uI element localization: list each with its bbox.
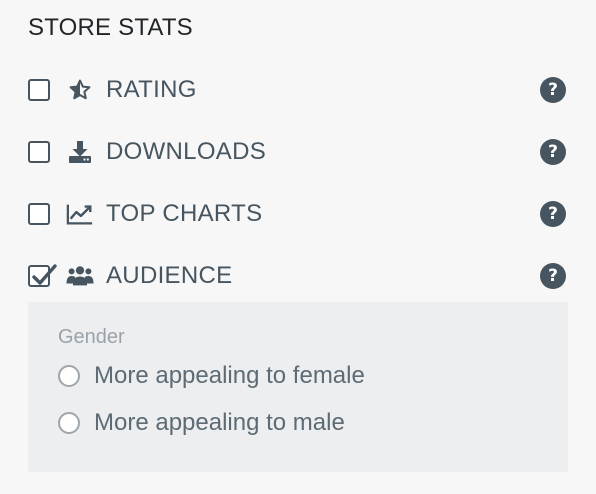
rating-checkbox[interactable]: [28, 79, 50, 101]
help-icon[interactable]: ?: [540, 201, 566, 227]
audience-options-panel: Gender More appealing to female More app…: [28, 302, 568, 472]
audience-label[interactable]: AUDIENCE: [106, 262, 540, 290]
filter-row-top-charts[interactable]: TOP CHARTS ?: [28, 194, 568, 234]
male-radio[interactable]: [58, 412, 80, 434]
help-icon[interactable]: ?: [540, 77, 566, 103]
gender-label: Gender: [58, 326, 125, 348]
top-charts-checkbox[interactable]: [28, 203, 50, 225]
filter-row-audience[interactable]: AUDIENCE ?: [28, 256, 568, 296]
help-icon[interactable]: ?: [540, 263, 566, 289]
downloads-checkbox[interactable]: [28, 141, 50, 163]
female-radio[interactable]: [58, 365, 80, 387]
users-icon: [66, 262, 94, 290]
top-charts-label[interactable]: TOP CHARTS: [106, 200, 540, 228]
rating-label[interactable]: RATING: [106, 76, 540, 104]
section-title: STORE STATS: [28, 14, 193, 41]
checkmark-icon: [32, 264, 57, 285]
gender-option-female[interactable]: More appealing to female: [58, 362, 365, 390]
female-option-label[interactable]: More appealing to female: [94, 362, 365, 390]
downloads-label[interactable]: DOWNLOADS: [106, 138, 540, 166]
male-option-label[interactable]: More appealing to male: [94, 409, 345, 437]
filter-row-downloads[interactable]: DOWNLOADS ?: [28, 132, 568, 172]
store-stats-panel: STORE STATS RATING ? DOWNLOADS ? TOP CHA…: [0, 0, 596, 494]
line-chart-icon: [66, 200, 94, 228]
gender-option-male[interactable]: More appealing to male: [58, 409, 345, 437]
filter-row-rating[interactable]: RATING ?: [28, 70, 568, 110]
download-icon: [66, 138, 94, 166]
star-half-icon: [66, 76, 94, 104]
audience-checkbox[interactable]: [28, 264, 57, 287]
help-icon[interactable]: ?: [540, 139, 566, 165]
